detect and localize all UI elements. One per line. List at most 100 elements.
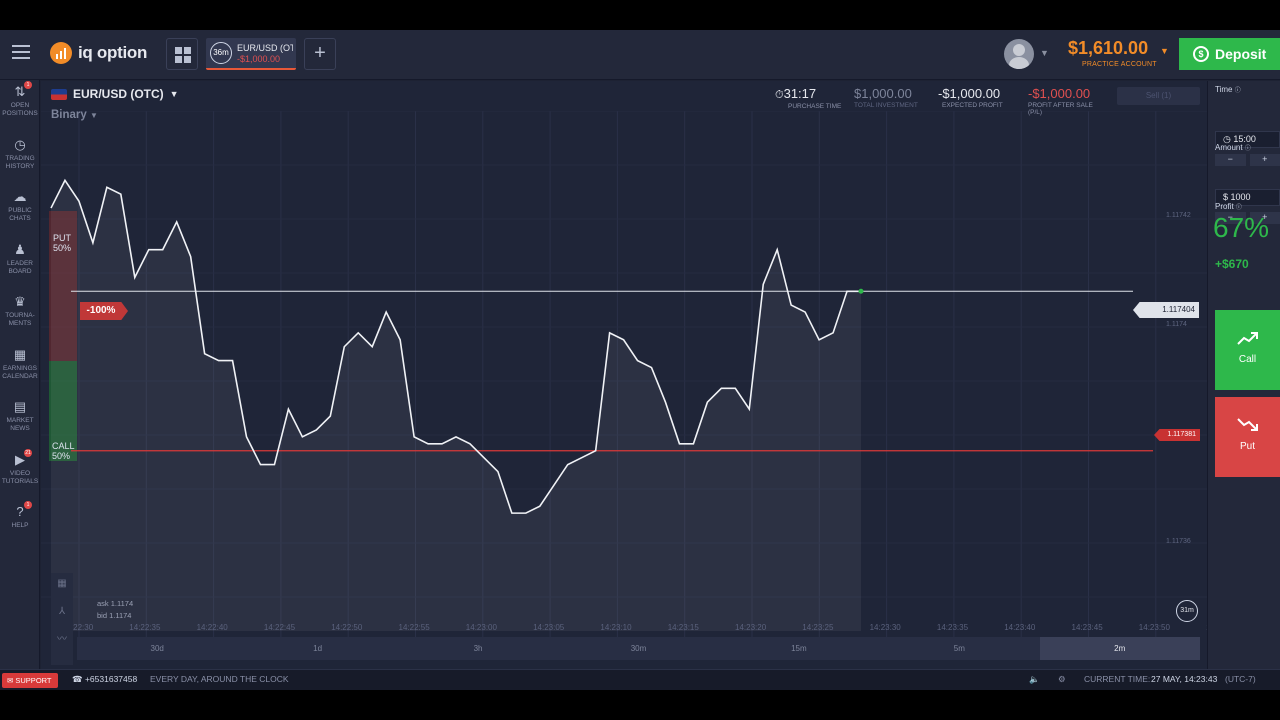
position-marker[interactable]: -100% (80, 302, 128, 320)
sidebar-item-label: EARNINGS CALENDAR (2, 364, 38, 380)
sidebar-item[interactable]: ◷ TRADING HISTORY (0, 137, 40, 171)
put-button[interactable]: Put (1215, 397, 1280, 477)
sidebar-item-label: VIDEO TUTORIALS (1, 469, 39, 485)
grid-icon[interactable] (166, 38, 198, 70)
call-button[interactable]: Call (1215, 310, 1280, 390)
chart-down-icon (1236, 418, 1258, 431)
sidebar-item[interactable]: ▦ EARNINGS CALENDAR (0, 346, 40, 381)
time-stepper[interactable]: − + (1215, 154, 1280, 166)
x-axis-label: 14:23:15 (667, 623, 699, 632)
x-axis-label: 14:23:45 (1071, 623, 1103, 632)
instrument-selector[interactable]: Binary ▼ (51, 109, 98, 121)
sidebar-item[interactable]: ? 1 HELP (0, 501, 40, 530)
asset-timer: 36m (210, 42, 232, 64)
settings-icon[interactable]: ⚙ (1058, 674, 1066, 685)
timeframe-option[interactable]: 5m (879, 637, 1039, 660)
profit-after-sale-label: PROFIT AFTER SALE (P/L) (1028, 102, 1093, 116)
x-axis-label: 14:22:40 (196, 623, 228, 632)
profit-label: Profit ⓘ (1215, 202, 1242, 211)
asset-tab[interactable]: 36m EUR/USD (OTC) -$1,000.00 (206, 38, 296, 70)
x-axis-label: 14:23:35 (936, 623, 969, 632)
timeframe-option[interactable]: 1d (237, 637, 397, 660)
timeframe-option[interactable]: 3h (398, 637, 558, 660)
x-axis-label: 14:23:50 (1138, 623, 1170, 632)
avatar[interactable] (1004, 39, 1034, 69)
purchase-time-label: PURCHASE TIME (788, 103, 842, 110)
y-axis-label: 1.11736 (1166, 538, 1191, 545)
sidebar-item-label: TOURNA-MENTS (5, 312, 35, 327)
drawing-icon[interactable]: 〰 (51, 629, 73, 651)
expected-profit-value: -$1,000.00 (938, 86, 1001, 101)
x-axis-label: 14:22:45 (263, 623, 296, 632)
asset-tab-value: -$1,000.00 (237, 54, 281, 64)
decrement-time-button[interactable]: − (1215, 154, 1246, 166)
timeframe-option[interactable]: 2m (1039, 637, 1200, 660)
timeframe-bar: 30d 1d 3h 30m 15m 5m 2m (77, 637, 1200, 660)
menu-icon[interactable] (12, 45, 30, 59)
deposit-label: Deposit (1215, 46, 1267, 62)
app-window: iq option 36m EUR/USD (OTC) -$1,000.00 +… (0, 30, 1280, 690)
instrument-label: Binary (51, 109, 87, 121)
sidebar-item-label: LEADER BOARD (6, 259, 33, 275)
support-phone[interactable]: ☎ +6531637458 (72, 674, 137, 685)
info-icon: ⓘ (1244, 146, 1251, 152)
profit-after-sale-value: -$1,000.00 (1028, 86, 1091, 101)
put-sentiment-pct: 50% (53, 243, 72, 253)
chart-type-icon[interactable]: ▦ (51, 573, 73, 595)
x-axis-label: 14:23:25 (802, 623, 834, 632)
profit-amount: +$670 (1215, 257, 1249, 271)
sidebar-item-label: OPEN POSITIONS (2, 102, 38, 117)
chart-interval[interactable]: 31m (1176, 600, 1198, 622)
profit-percent: 67% (1213, 212, 1270, 243)
sidebar-item[interactable]: ⇅ 1 OPEN POSITIONS (0, 81, 40, 118)
y-axis-label: 1.1174 (1166, 321, 1187, 328)
add-asset-button[interactable]: + (304, 38, 336, 70)
x-axis-label: 14:23:10 (600, 623, 632, 632)
total-investment-value: $1,000.00 (854, 86, 912, 101)
asset-tab-name: EUR/USD (OTC) (237, 43, 293, 53)
sidebar-item-label: HELP (11, 522, 29, 529)
timeframe-option[interactable]: 30d (77, 637, 237, 660)
sidebar-item[interactable]: ☁ PUBLIC CHATS (0, 190, 40, 223)
x-axis-label: 14:22:50 (331, 623, 363, 632)
current-time: 27 MAY, 14:23:43 (1151, 674, 1218, 684)
increment-time-button[interactable]: + (1249, 154, 1280, 166)
notification-badge: 1 (24, 81, 32, 89)
x-axis-label: 14:22:35 (129, 623, 161, 632)
chevron-down-icon[interactable]: ▼ (1040, 48, 1049, 58)
timer-icon: ⏱ (775, 89, 784, 101)
asset-name: EUR/USD (OTC) (73, 87, 164, 101)
sidebar-item-label: MARKET NEWS (6, 417, 34, 432)
calendar-icon: ▦ (13, 346, 27, 362)
x-axis-label: 14:23:20 (735, 623, 767, 632)
call-label: Call (1238, 354, 1257, 365)
info-icon: ⓘ (1235, 205, 1242, 211)
expected-profit: -$1,000.00 EXPECTED PROFIT (938, 86, 1003, 109)
deposit-button[interactable]: $ Deposit (1179, 38, 1280, 70)
price-chart[interactable] (41, 111, 1207, 671)
indicators-icon[interactable]: ⅄ (51, 601, 73, 623)
support-button[interactable]: ✉ SUPPORT (2, 673, 58, 688)
support-hours: EVERY DAY, AROUND THE CLOCK (150, 674, 289, 684)
timeframe-option[interactable]: 15m (719, 637, 879, 660)
balance[interactable]: $1,610.00 (1068, 38, 1148, 59)
purchase-time: ⏱31:17 PURCHASE TIME (775, 86, 841, 110)
asset-selector[interactable]: EUR/USD (OTC) ▼ (51, 87, 179, 101)
time-label: Time ⓘ (1215, 85, 1241, 94)
sidebar-item[interactable]: ▤ MARKET NEWS (0, 400, 40, 433)
sidebar-item[interactable]: ♟ LEADER BOARD (0, 242, 40, 276)
timeframe-option[interactable]: 30m (558, 637, 718, 660)
total-investment-label: TOTAL INVESTMENT (854, 102, 918, 109)
x-axis-label: 14:23:30 (869, 623, 901, 632)
bid-price: bid 1.1174 (97, 611, 132, 620)
chevron-down-icon[interactable]: ▼ (1160, 46, 1169, 56)
sell-button[interactable]: Sell (1) (1117, 87, 1200, 105)
volume-icon[interactable]: 🔈 (1029, 674, 1040, 685)
ask-price: ask 1.1174 (97, 599, 134, 608)
put-sentiment: PUT 50% (53, 233, 71, 253)
sidebar-item[interactable]: ▶ 21 VIDEO TUTORIALS (0, 448, 40, 486)
logo: iq option (50, 42, 147, 64)
sidebar-item[interactable]: ♛ TOURNA-MENTS (0, 295, 40, 328)
total-investment: $1,000.00 TOTAL INVESTMENT (854, 86, 918, 109)
status-bar: ✉ SUPPORT ☎ +6531637458 EVERY DAY, AROUN… (0, 669, 1280, 690)
